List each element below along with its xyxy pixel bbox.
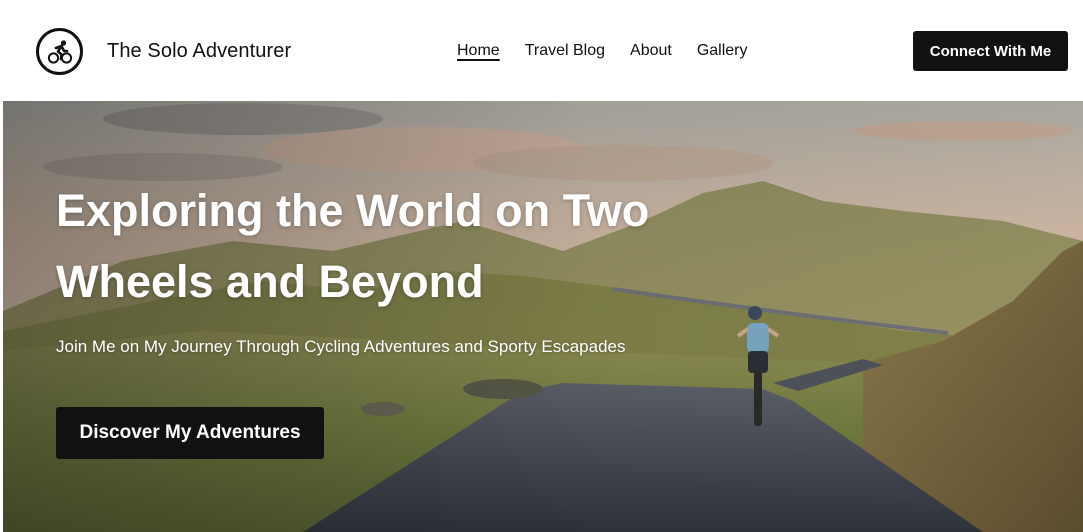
hero-subtitle: Join Me on My Journey Through Cycling Ad… bbox=[56, 337, 626, 356]
brand-name[interactable]: The Solo Adventurer bbox=[107, 40, 291, 63]
hero-title: Exploring the World on Two Wheels and Be… bbox=[56, 185, 650, 307]
site-header: The Solo Adventurer Home Travel Blog Abo… bbox=[0, 0, 1083, 101]
nav-gallery-link[interactable]: Gallery bbox=[697, 40, 748, 62]
brand[interactable]: The Solo Adventurer bbox=[36, 28, 291, 75]
discover-adventures-button[interactable]: Discover My Adventures bbox=[56, 407, 324, 459]
hero-section: Exploring the World on Two Wheels and Be… bbox=[3, 101, 1083, 532]
nav-home-link[interactable]: Home bbox=[457, 40, 500, 62]
cyclist-icon bbox=[47, 39, 72, 64]
main-nav: Home Travel Blog About Gallery bbox=[457, 40, 773, 62]
nav-about-link[interactable]: About bbox=[630, 40, 672, 62]
connect-with-me-button[interactable]: Connect With Me bbox=[913, 31, 1068, 71]
nav-travel-blog-link[interactable]: Travel Blog bbox=[525, 40, 605, 62]
logo[interactable] bbox=[36, 28, 83, 75]
